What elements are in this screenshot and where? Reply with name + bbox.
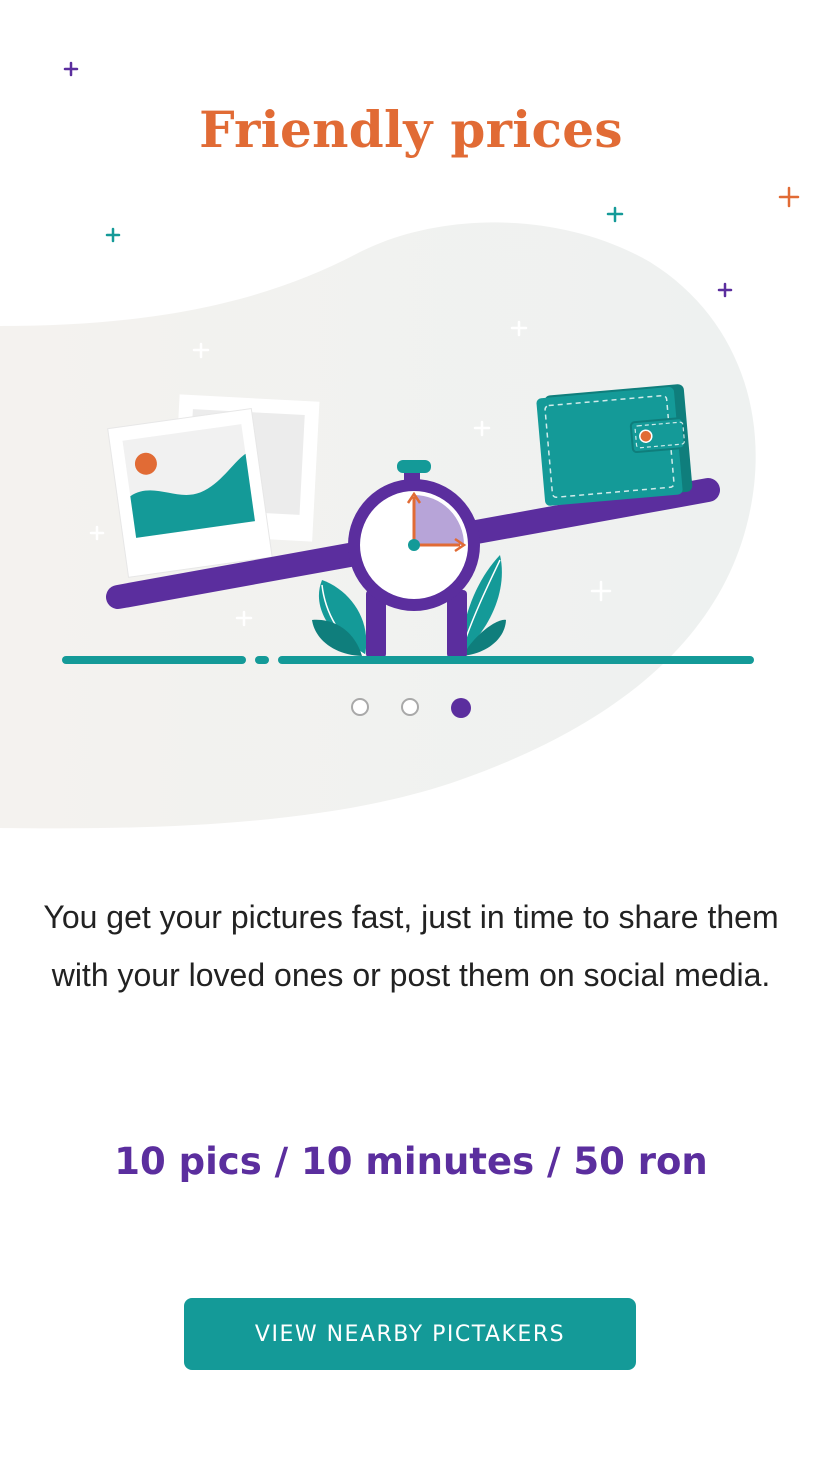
wallet-icon xyxy=(536,384,693,506)
description-text: You get your pictures fast, just in time… xyxy=(43,899,779,993)
price-line: 10 pics / 10 minutes / 50 ron xyxy=(114,1140,708,1183)
stopwatch-icon xyxy=(348,460,480,658)
carousel-indicator xyxy=(0,698,822,722)
carousel-dot-1[interactable] xyxy=(351,698,369,716)
carousel-dot-2[interactable] xyxy=(401,698,419,716)
view-nearby-pictakers-button[interactable]: VIEW NEARBY PICTAKERS xyxy=(184,1298,636,1370)
onboarding-screen: Friendly prices You get your pictures fa… xyxy=(0,0,822,1462)
carousel-dot-3-active[interactable] xyxy=(451,698,471,718)
seesaw-illustration xyxy=(62,61,800,664)
photo-frame-icon xyxy=(107,394,320,578)
